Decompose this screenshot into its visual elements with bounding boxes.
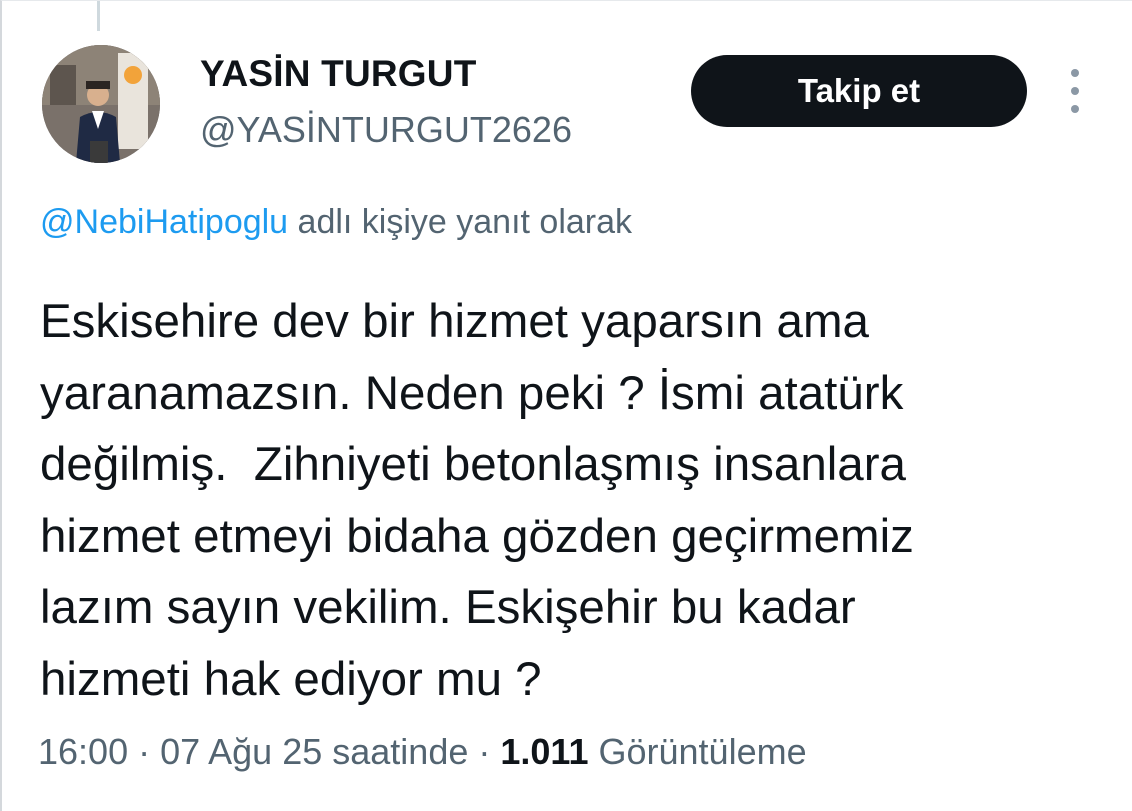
follow-button[interactable]: Takip et xyxy=(691,55,1027,127)
meta-separator: · xyxy=(128,731,161,772)
reply-mention-link[interactable]: @NebiHatipoglu xyxy=(40,203,288,241)
tweet-card: YASİN TURGUT @YASİNTURGUT2626 Takip et @… xyxy=(0,0,1132,811)
tweet-metadata: 16:00 · 07 Ağu 25 saatinde · 1.011 Görün… xyxy=(38,731,807,773)
more-dot xyxy=(1071,69,1079,77)
tweet-text: Eskisehire dev bir hizmet yaparsın ama y… xyxy=(40,286,1100,715)
reply-context: @NebiHatipoglu adlı kişiye yanıt olarak xyxy=(40,203,632,242)
tweet-text-line: değilmiş. Zihniyeti betonlaşmış insanlar… xyxy=(40,438,906,491)
avatar[interactable] xyxy=(42,45,160,163)
avatar-photo-icon xyxy=(42,45,160,163)
tweet-text-line: Eskisehire dev bir hizmet yaparsın ama xyxy=(40,295,869,348)
views-label: Görüntüleme xyxy=(588,731,807,772)
tweet-text-line: hizmet etmeyi bidaha gözden geçirmemiz xyxy=(40,509,914,563)
reply-context-text: adlı kişiye yanıt olarak xyxy=(288,203,633,241)
tweet-text-line: yaranamazsın. Neden peki ? İsmi atatürk xyxy=(40,366,904,420)
more-dot xyxy=(1071,105,1079,113)
thread-connector-line xyxy=(97,1,100,31)
tweet-time[interactable]: 16:00 xyxy=(38,731,128,772)
more-vertical-icon[interactable] xyxy=(1064,69,1086,113)
tweet-text-line: hizmeti hak ediyor mu ? xyxy=(40,652,542,706)
author-name[interactable]: YASİN TURGUT xyxy=(200,53,477,95)
meta-separator: · xyxy=(468,731,501,772)
more-dot xyxy=(1071,87,1079,95)
author-handle[interactable]: @YASİNTURGUT2626 xyxy=(200,109,572,151)
tweet-date[interactable]: 07 Ağu 25 saatinde xyxy=(160,731,468,772)
views-count: 1.011 xyxy=(500,731,589,772)
tweet-text-line: lazım sayın vekilim. Eskişehir bu kadar xyxy=(40,581,856,634)
